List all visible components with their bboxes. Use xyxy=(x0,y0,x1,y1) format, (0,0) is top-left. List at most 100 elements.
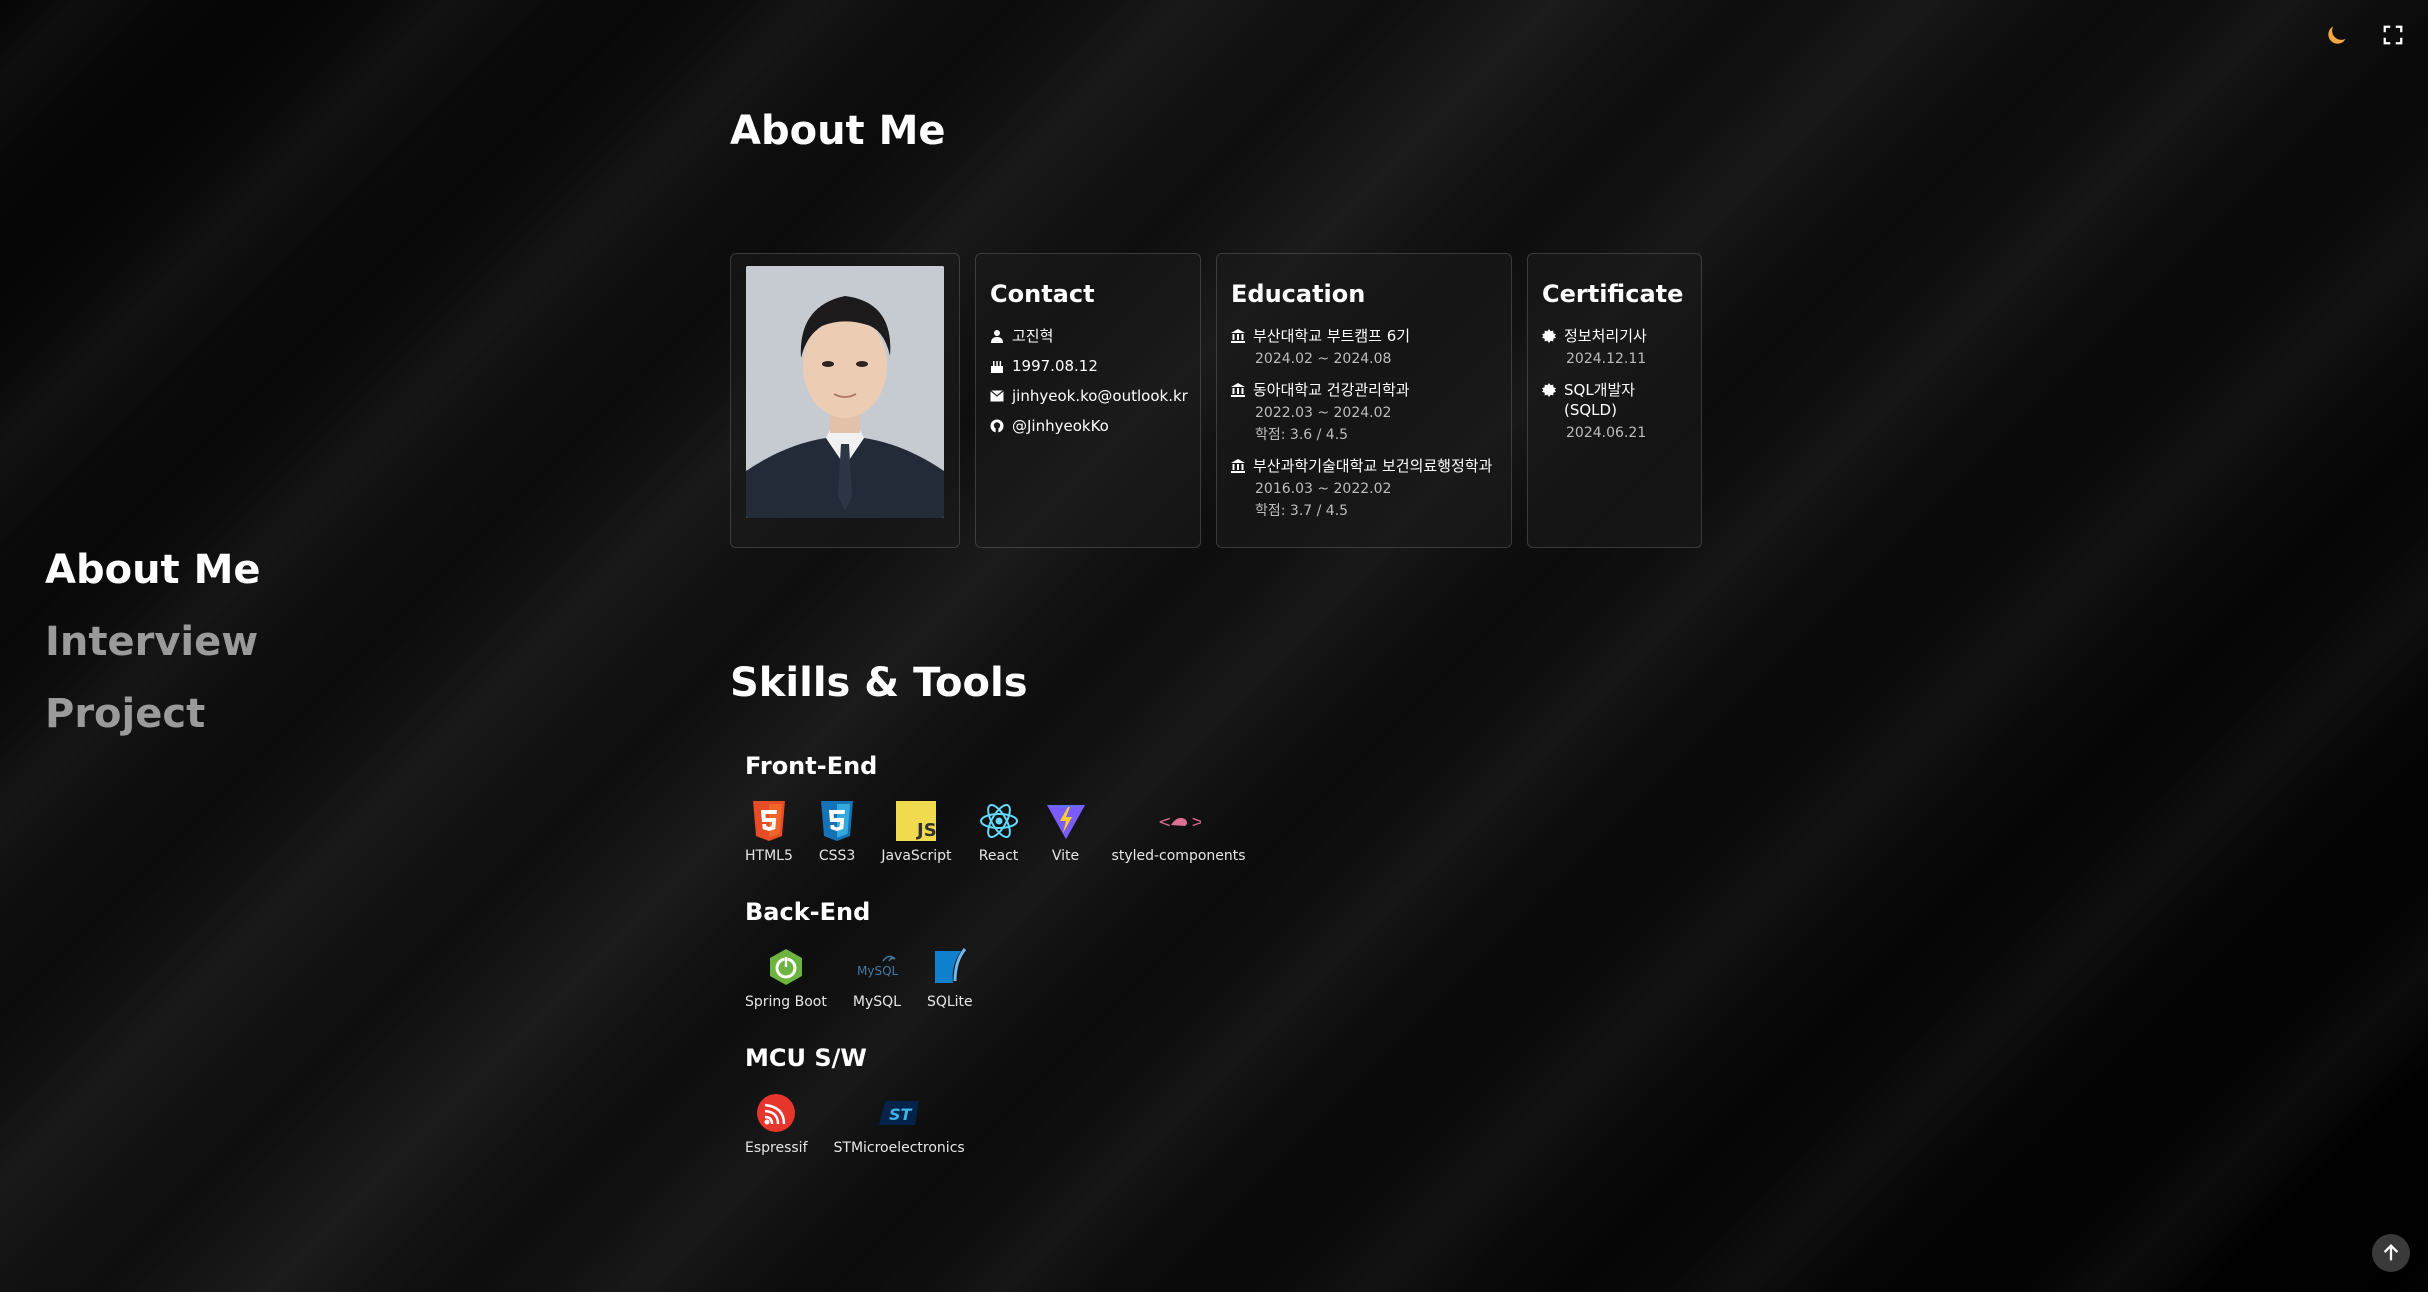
about-cards: Contact 고진혁 1997.08.12 jinhyeok.ko@outlo… xyxy=(730,253,1702,548)
skill-label: React xyxy=(978,848,1019,864)
fullscreen-icon xyxy=(2383,25,2403,45)
contact-card: Contact 고진혁 1997.08.12 jinhyeok.ko@outlo… xyxy=(975,253,1201,548)
education-period: 2024.02 ~ 2024.08 xyxy=(1255,351,1392,367)
moon-icon xyxy=(2328,26,2346,44)
mail-icon xyxy=(990,386,1004,406)
svg-text:JS: JS xyxy=(915,820,936,841)
certificate-item: SQL개발자(SQLD) 2024.06.21 xyxy=(1542,380,1687,444)
profile-photo-card xyxy=(730,253,960,548)
skill-spring-boot: Spring Boot xyxy=(745,946,827,1010)
certificate-date: 2024.06.21 xyxy=(1566,425,1647,441)
contact-name-text: 고진혁 xyxy=(1012,327,1054,345)
top-controls xyxy=(2322,20,2408,50)
scroll-to-top-button[interactable] xyxy=(2372,1234,2410,1272)
skill-label: JavaScript xyxy=(881,848,952,864)
skill-react: React xyxy=(978,800,1020,864)
html5-icon xyxy=(752,801,785,841)
education-title: Education xyxy=(1231,280,1366,308)
institution-icon xyxy=(1231,326,1245,346)
certificate-name: 정보처리기사 xyxy=(1564,327,1647,345)
nav-item-project[interactable]: Project xyxy=(45,689,261,739)
backend-group: Back-End Spring Boot MySQL MySQL SQLite xyxy=(745,898,999,1010)
mcu-title: MCU S/W xyxy=(745,1044,867,1072)
nav-item-interview[interactable]: Interview xyxy=(45,617,261,667)
education-gpa: 학점: 3.6 / 4.5 xyxy=(1255,427,1349,443)
nav-item-about-me[interactable]: About Me xyxy=(45,545,261,595)
styled-components-icon: < > xyxy=(1158,812,1201,831)
education-school: 부산대학교 부트캠프 6기 xyxy=(1253,327,1411,345)
arrow-up-icon xyxy=(2383,1244,2399,1261)
skills-title: Skills & Tools xyxy=(730,660,1028,706)
skill-label: MySQL xyxy=(852,994,901,1010)
skill-stmicroelectronics: ST STMicroelectronics xyxy=(834,1092,965,1156)
side-nav: About Me Interview Project xyxy=(45,545,261,739)
skill-label: Vite xyxy=(1051,848,1080,864)
certificate-card: Certificate 정보처리기사 2024.12.11 SQL개발자(SQL… xyxy=(1527,253,1702,548)
cake-icon xyxy=(990,356,1004,376)
badge-icon xyxy=(1542,326,1556,346)
education-item: 부산대학교 부트캠프 6기 2024.02 ~ 2024.08 xyxy=(1231,326,1497,370)
sqlite-icon xyxy=(934,948,966,983)
skill-label: STMicroelectronics xyxy=(833,1140,965,1156)
skill-label: SQLite xyxy=(926,994,973,1010)
frontend-group: Front-End HTML5 CSS3 JS JavaScript React… xyxy=(745,752,1272,864)
profile-photo xyxy=(746,266,944,518)
education-item: 동아대학교 건강관리학과 2022.03 ~ 2024.02 학점: 3.6 /… xyxy=(1231,380,1497,446)
institution-icon xyxy=(1231,380,1245,400)
certificate-item: 정보처리기사 2024.12.11 xyxy=(1542,326,1687,370)
javascript-icon: JS xyxy=(896,801,937,841)
skill-label: Espressif xyxy=(745,1140,808,1156)
spring-boot-icon xyxy=(769,949,802,985)
certificate-title: Certificate xyxy=(1542,280,1684,308)
certificate-date: 2024.12.11 xyxy=(1566,351,1647,367)
svg-text:MySQL: MySQL xyxy=(857,964,899,978)
education-card: Education 부산대학교 부트캠프 6기 2024.02 ~ 2024.0… xyxy=(1216,253,1512,548)
certificate-name: SQL개발자(SQLD) xyxy=(1564,381,1636,419)
skill-label: styled-components xyxy=(1111,848,1246,864)
contact-birth-text: 1997.08.12 xyxy=(1012,357,1098,375)
svg-text:<: < xyxy=(1158,812,1171,831)
skill-css3: CSS3 xyxy=(819,800,855,864)
skill-javascript: JS JavaScript xyxy=(881,800,952,864)
contact-github-link[interactable]: @JinhyeokKo xyxy=(1012,416,1109,436)
contact-birth: 1997.08.12 xyxy=(990,356,1186,376)
contact-name: 고진혁 xyxy=(990,326,1186,346)
svg-text:>: > xyxy=(1191,812,1201,831)
contact-email-link[interactable]: jinhyeok.ko@outlook.kr xyxy=(1012,386,1188,406)
backend-title: Back-End xyxy=(745,898,871,926)
education-period: 2022.03 ~ 2024.02 xyxy=(1255,405,1392,421)
mcu-group: MCU S/W Espressif ST STMicroelectronics xyxy=(745,1044,991,1156)
mysql-icon: MySQL xyxy=(857,955,899,978)
skill-mysql: MySQL MySQL xyxy=(853,946,901,1010)
education-item: 부산과학기술대학교 보건의료행정학과 2016.03 ~ 2022.02 학점:… xyxy=(1231,456,1497,522)
skill-vite: Vite xyxy=(1046,800,1086,864)
skill-styled-components: < > styled-components xyxy=(1112,800,1246,864)
education-period: 2016.03 ~ 2022.02 xyxy=(1255,481,1392,497)
education-gpa: 학점: 3.7 / 4.5 xyxy=(1255,503,1349,519)
github-icon xyxy=(990,416,1004,436)
stmicroelectronics-icon: ST xyxy=(879,1101,920,1125)
espressif-icon xyxy=(757,1094,796,1132)
skill-sqlite: SQLite xyxy=(927,946,973,1010)
frontend-title: Front-End xyxy=(745,752,878,780)
skill-label: Spring Boot xyxy=(745,994,827,1010)
contact-github: @JinhyeokKo xyxy=(990,416,1186,436)
person-icon xyxy=(990,326,1004,346)
education-school: 동아대학교 건강관리학과 xyxy=(1253,381,1410,399)
skill-label: CSS3 xyxy=(818,848,856,864)
react-icon xyxy=(979,804,1018,838)
contact-email: jinhyeok.ko@outlook.kr xyxy=(990,386,1188,406)
css3-icon xyxy=(821,801,854,841)
badge-icon xyxy=(1542,380,1556,400)
education-school: 부산과학기술대학교 보건의료행정학과 xyxy=(1253,457,1493,475)
about-me-title: About Me xyxy=(730,108,946,154)
theme-toggle-button[interactable] xyxy=(2322,20,2352,50)
skill-label: HTML5 xyxy=(745,848,793,864)
contact-title: Contact xyxy=(990,280,1095,308)
skill-espressif: Espressif xyxy=(745,1092,808,1156)
institution-icon xyxy=(1231,456,1245,476)
skill-html5: HTML5 xyxy=(745,800,793,864)
vite-icon xyxy=(1046,805,1085,839)
fullscreen-button[interactable] xyxy=(2378,20,2408,50)
svg-text:ST: ST xyxy=(889,1105,913,1124)
